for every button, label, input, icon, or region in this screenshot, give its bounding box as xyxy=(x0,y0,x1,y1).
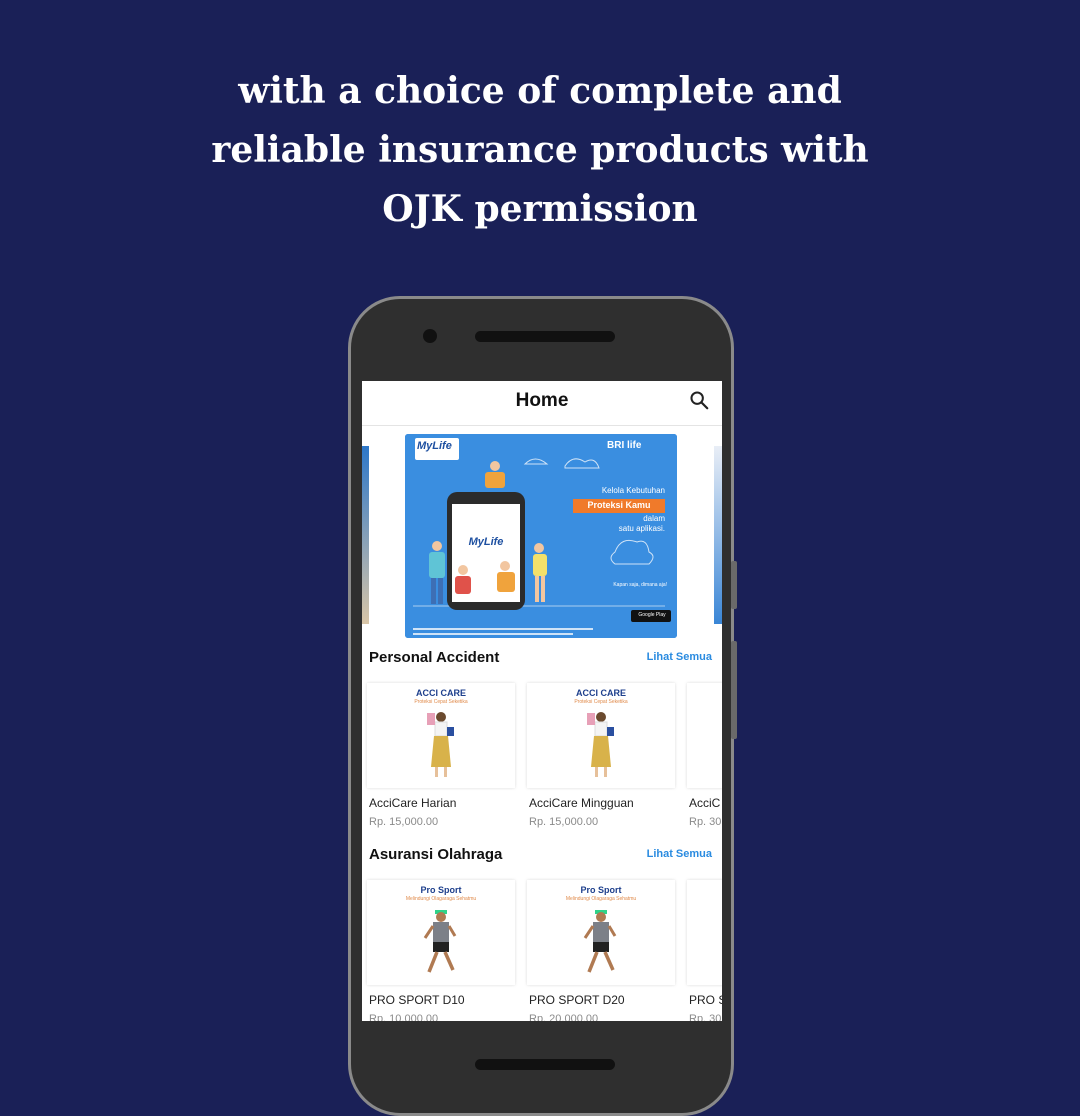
brilife-logo: BRI life xyxy=(607,440,642,451)
headline: with a choice of complete and reliable i… xyxy=(0,62,1080,239)
see-all-link[interactable]: Lihat Semua xyxy=(647,651,712,663)
page-title: Home xyxy=(515,390,569,411)
product-card[interactable]: ACCI CARE Proteksi Cepat Seketika AcciCa… xyxy=(527,683,675,828)
banner-peek-next[interactable] xyxy=(714,446,722,624)
product-price: Rp. 10,000.00 xyxy=(369,1013,439,1021)
product-image: ACCI CARE Proteksi Cepat Seketika xyxy=(527,683,675,788)
banner-carousel[interactable]: MyLife BRI life MyLife Kelola Kebutuhan … xyxy=(362,426,722,641)
headline-line-2: reliable insurance products with xyxy=(211,129,869,171)
volume-button xyxy=(731,561,737,609)
banner-tagline: Kapan saja, dimana aja! xyxy=(613,582,667,588)
headline-line-3: OJK permission xyxy=(382,188,698,230)
product-name: AcciCare Harian xyxy=(369,796,457,810)
product-card[interactable]: ACCI CARE Proteksi Cepat Seketika AcciCa… xyxy=(367,683,515,828)
product-image xyxy=(687,880,722,985)
app-bar: Home xyxy=(362,381,722,426)
banner-text-3: satu aplikasi. xyxy=(618,524,665,533)
woman-shopping-figure xyxy=(427,712,454,777)
product-image: Pro Sport Melindungi Olagaraga Sehatmu xyxy=(367,880,515,985)
see-all-link[interactable]: Lihat Semua xyxy=(647,848,712,860)
product-image xyxy=(687,683,722,788)
product-price: Rp. 15,000.00 xyxy=(369,816,439,828)
front-camera xyxy=(423,329,437,343)
product-card[interactable]: AcciC Rp. 30 xyxy=(687,683,722,828)
product-price: Rp. 30 xyxy=(689,816,722,828)
banner-text-2: dalam xyxy=(643,514,665,523)
woman-shopping-figure xyxy=(587,712,614,777)
mylife-logo: MyLife xyxy=(417,440,452,452)
product-list: Pro Sport Melindungi Olagaraga Sehatmu P… xyxy=(362,880,722,1021)
banner-highlight: Proteksi Kamu xyxy=(587,500,651,510)
search-icon[interactable] xyxy=(688,389,710,411)
section-title: Asuransi Olahraga xyxy=(369,846,503,863)
product-price: Rp. 20,000.00 xyxy=(529,1013,599,1021)
product-card[interactable]: Pro Sport Melindungi Olagaraga Sehatmu P… xyxy=(367,880,515,1021)
google-play-badge[interactable]: Google Play xyxy=(633,612,671,618)
headline-line-1: with a choice of complete and xyxy=(238,70,842,112)
product-name: PRO SPORT D20 xyxy=(529,993,625,1007)
phone-app-logo: MyLife xyxy=(468,536,504,548)
product-list: ACCI CARE Proteksi Cepat Seketika AcciCa… xyxy=(362,683,722,838)
banner-illustration xyxy=(405,434,677,638)
product-name: PRO S xyxy=(689,993,722,1007)
bottom-speaker xyxy=(475,1059,615,1070)
section-header: Asuransi Olahraga Lihat Semua xyxy=(362,838,722,880)
phone-mockup: Home MyLife BRI life MyLife Kelola Kebut… xyxy=(348,296,737,1116)
power-button xyxy=(731,641,737,739)
runner-figure xyxy=(423,910,457,973)
product-price: Rp. 15,000.00 xyxy=(529,816,599,828)
earpiece-speaker xyxy=(475,331,615,342)
product-price: Rp. 30 xyxy=(689,1013,722,1021)
product-image: Pro Sport Melindungi Olagaraga Sehatmu xyxy=(527,880,675,985)
app-screen: Home MyLife BRI life MyLife Kelola Kebut… xyxy=(362,381,722,1021)
section-header: Personal Accident Lihat Semua xyxy=(362,641,722,683)
product-name: AcciC xyxy=(689,796,721,810)
product-card[interactable]: PRO S Rp. 30 xyxy=(687,880,722,1021)
section-asuransi-olahraga: Asuransi Olahraga Lihat Semua Pro Sport … xyxy=(362,838,722,1021)
product-name: PRO SPORT D10 xyxy=(369,993,465,1007)
product-card[interactable]: Pro Sport Melindungi Olagaraga Sehatmu P… xyxy=(527,880,675,1021)
section-title: Personal Accident xyxy=(369,649,500,666)
banner-text-1: Kelola Kebutuhan xyxy=(601,486,665,495)
product-image: ACCI CARE Proteksi Cepat Seketika xyxy=(367,683,515,788)
promo-banner[interactable]: MyLife BRI life MyLife Kelola Kebutuhan … xyxy=(405,434,677,638)
product-name: AcciCare Mingguan xyxy=(529,796,634,810)
runner-figure xyxy=(583,910,617,973)
banner-peek-prev[interactable] xyxy=(362,446,369,624)
section-personal-accident: Personal Accident Lihat Semua ACCI CARE … xyxy=(362,641,722,838)
